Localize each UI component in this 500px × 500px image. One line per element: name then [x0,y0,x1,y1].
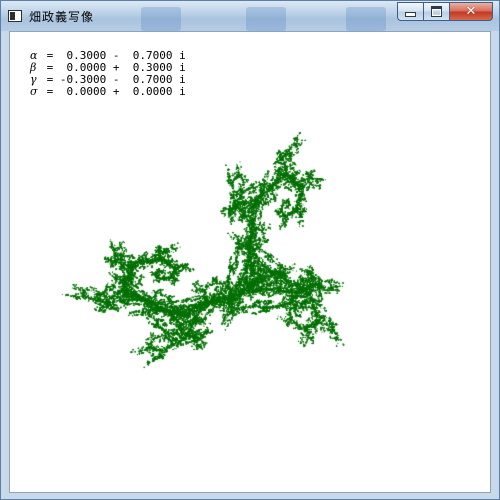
minimize-icon [405,12,416,17]
param-value: 0.0000 + 0.0000 i [59,85,186,98]
fractal-canvas [10,32,490,492]
maximize-button[interactable] [423,2,449,21]
close-icon: ✕ [465,4,477,19]
parameter-readout: α = 0.3000 - 0.7000 i β = 0.0000 + 0.300… [30,50,186,98]
maximize-icon [431,6,442,17]
app-window: 畑政義写像 ✕ α = 0.3000 - 0.7000 i β = 0.0000… [0,0,500,500]
close-button[interactable]: ✕ [449,2,493,21]
app-window-icon[interactable] [8,10,22,22]
drawing-area: α = 0.3000 - 0.7000 i β = 0.0000 + 0.300… [9,31,491,493]
titlebar-background-decoration [246,7,286,31]
param-sigma: σ = 0.0000 + 0.0000 i [30,86,186,98]
titlebar-background-decoration [141,7,181,31]
window-controls: ✕ [397,2,493,21]
minimize-button[interactable] [397,2,423,21]
param-equals: = [40,85,60,98]
title-bar[interactable]: 畑政義写像 ✕ [1,1,499,31]
titlebar-background-decoration [346,7,386,31]
window-title: 畑政義写像 [29,10,95,24]
param-symbol: σ [30,85,38,98]
